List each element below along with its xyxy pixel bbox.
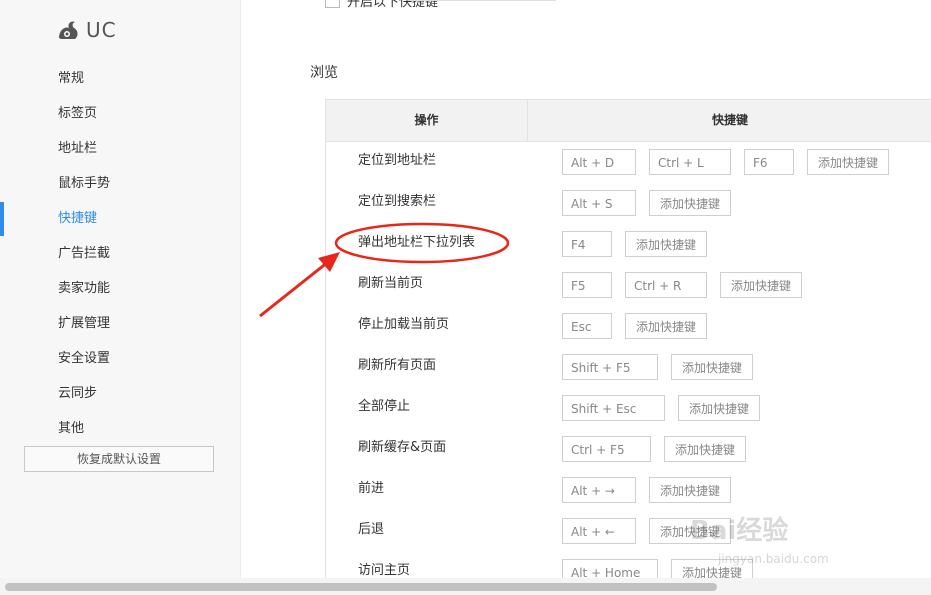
shortcut-key-input[interactable]: F6 bbox=[744, 149, 794, 175]
add-shortcut-button[interactable]: 添加快捷键 bbox=[807, 149, 889, 175]
shortcut-key-input[interactable]: Shift + F5 bbox=[562, 354, 658, 380]
add-shortcut-button[interactable]: 添加快捷键 bbox=[664, 436, 746, 462]
sidebar-item-2[interactable]: 地址栏 bbox=[58, 139, 97, 159]
enable-shortcuts-label: 开启以下快捷键 bbox=[347, 0, 439, 10]
row-action-label: 停止加载当前页 bbox=[358, 317, 450, 332]
column-header-action: 操作 bbox=[414, 113, 439, 127]
row-action-label: 弹出地址栏下拉列表 bbox=[358, 235, 476, 250]
shortcut-key-input[interactable]: Esc bbox=[562, 313, 612, 339]
shortcut-key-input[interactable]: Ctrl + L bbox=[649, 149, 731, 175]
row-action-label: 全部停止 bbox=[358, 399, 411, 414]
shortcut-key-input[interactable]: Alt + → bbox=[562, 477, 636, 503]
sidebar-item-8[interactable]: 安全设置 bbox=[58, 349, 110, 369]
row-action-label: 刷新所有页面 bbox=[358, 358, 437, 373]
add-shortcut-button[interactable]: 添加快捷键 bbox=[720, 272, 802, 298]
shortcut-key-input[interactable]: Alt + ← bbox=[562, 518, 636, 544]
add-shortcut-button[interactable]: 添加快捷键 bbox=[649, 190, 731, 216]
divider bbox=[408, 0, 556, 1]
enable-shortcuts-checkbox[interactable] bbox=[325, 0, 340, 8]
shortcut-key-input[interactable]: F5 bbox=[562, 272, 612, 298]
sidebar-item-1[interactable]: 标签页 bbox=[58, 104, 97, 124]
row-action-label: 刷新缓存&页面 bbox=[358, 440, 447, 455]
sidebar-item-5[interactable]: 广告拦截 bbox=[58, 244, 110, 264]
shortcut-key-input[interactable]: Ctrl + R bbox=[625, 272, 707, 298]
shortcut-key-input[interactable]: Shift + Esc bbox=[562, 395, 665, 421]
annotation-arrow-shaft bbox=[259, 260, 329, 318]
shortcut-key-input[interactable]: Ctrl + F5 bbox=[562, 436, 651, 462]
sidebar-item-3[interactable]: 鼠标手势 bbox=[58, 174, 110, 194]
section-title: 浏览 bbox=[310, 65, 338, 81]
table-header: 操作 快捷键 bbox=[326, 100, 931, 142]
column-header-shortcut: 快捷键 bbox=[711, 113, 748, 127]
sidebar-item-4[interactable]: 快捷键 bbox=[58, 209, 97, 229]
sidebar-item-10[interactable]: 其他 bbox=[58, 419, 84, 439]
settings-sidebar: UC 常规 标签页 地址栏 鼠标手势 快捷键 广告拦截 卖家功能 扩展管理 安全设置 云同步 其他 … bbox=[0, 0, 241, 578]
add-shortcut-button[interactable]: 添加快捷键 bbox=[649, 477, 731, 503]
add-shortcut-button[interactable]: 添加快捷键 bbox=[671, 354, 753, 380]
row-action-label: 前进 bbox=[358, 481, 385, 496]
shortcut-table: 操作 快捷键 定位到地址栏 Alt + D Ctrl + L F6 添加快捷键 定位到搜索… bbox=[325, 99, 931, 585]
reset-defaults-button[interactable]: 恢复成默认设置 bbox=[24, 446, 214, 472]
shortcut-key-input[interactable]: Alt + D bbox=[562, 149, 636, 175]
horizontal-scrollbar-thumb[interactable] bbox=[5, 583, 717, 591]
row-action-label: 定位到搜索栏 bbox=[358, 194, 437, 209]
row-action-label: 定位到地址栏 bbox=[358, 153, 437, 168]
row-action-label: 刷新当前页 bbox=[358, 276, 424, 291]
shortcut-key-input[interactable]: Alt + S bbox=[562, 190, 636, 216]
shortcut-key-input[interactable]: F4 bbox=[562, 231, 612, 257]
uc-squirrel-icon bbox=[59, 21, 78, 39]
logo-text: UC bbox=[86, 18, 117, 42]
add-shortcut-button[interactable]: 添加快捷键 bbox=[625, 231, 707, 257]
sidebar-item-9[interactable]: 云同步 bbox=[58, 384, 97, 404]
row-action-label: 后退 bbox=[358, 522, 385, 537]
add-shortcut-button[interactable]: 添加快捷键 bbox=[678, 395, 760, 421]
watermark-logo: Bai经验 bbox=[690, 516, 789, 546]
sidebar-item-0[interactable]: 常规 bbox=[58, 69, 84, 89]
sidebar-item-7[interactable]: 扩展管理 bbox=[58, 314, 110, 334]
sidebar-item-6[interactable]: 卖家功能 bbox=[58, 279, 110, 299]
add-shortcut-button[interactable]: 添加快捷键 bbox=[625, 313, 707, 339]
uc-logo: UC bbox=[55, 16, 117, 44]
active-indicator bbox=[0, 202, 4, 236]
watermark-url: jingyan.baidu.com bbox=[718, 552, 829, 566]
